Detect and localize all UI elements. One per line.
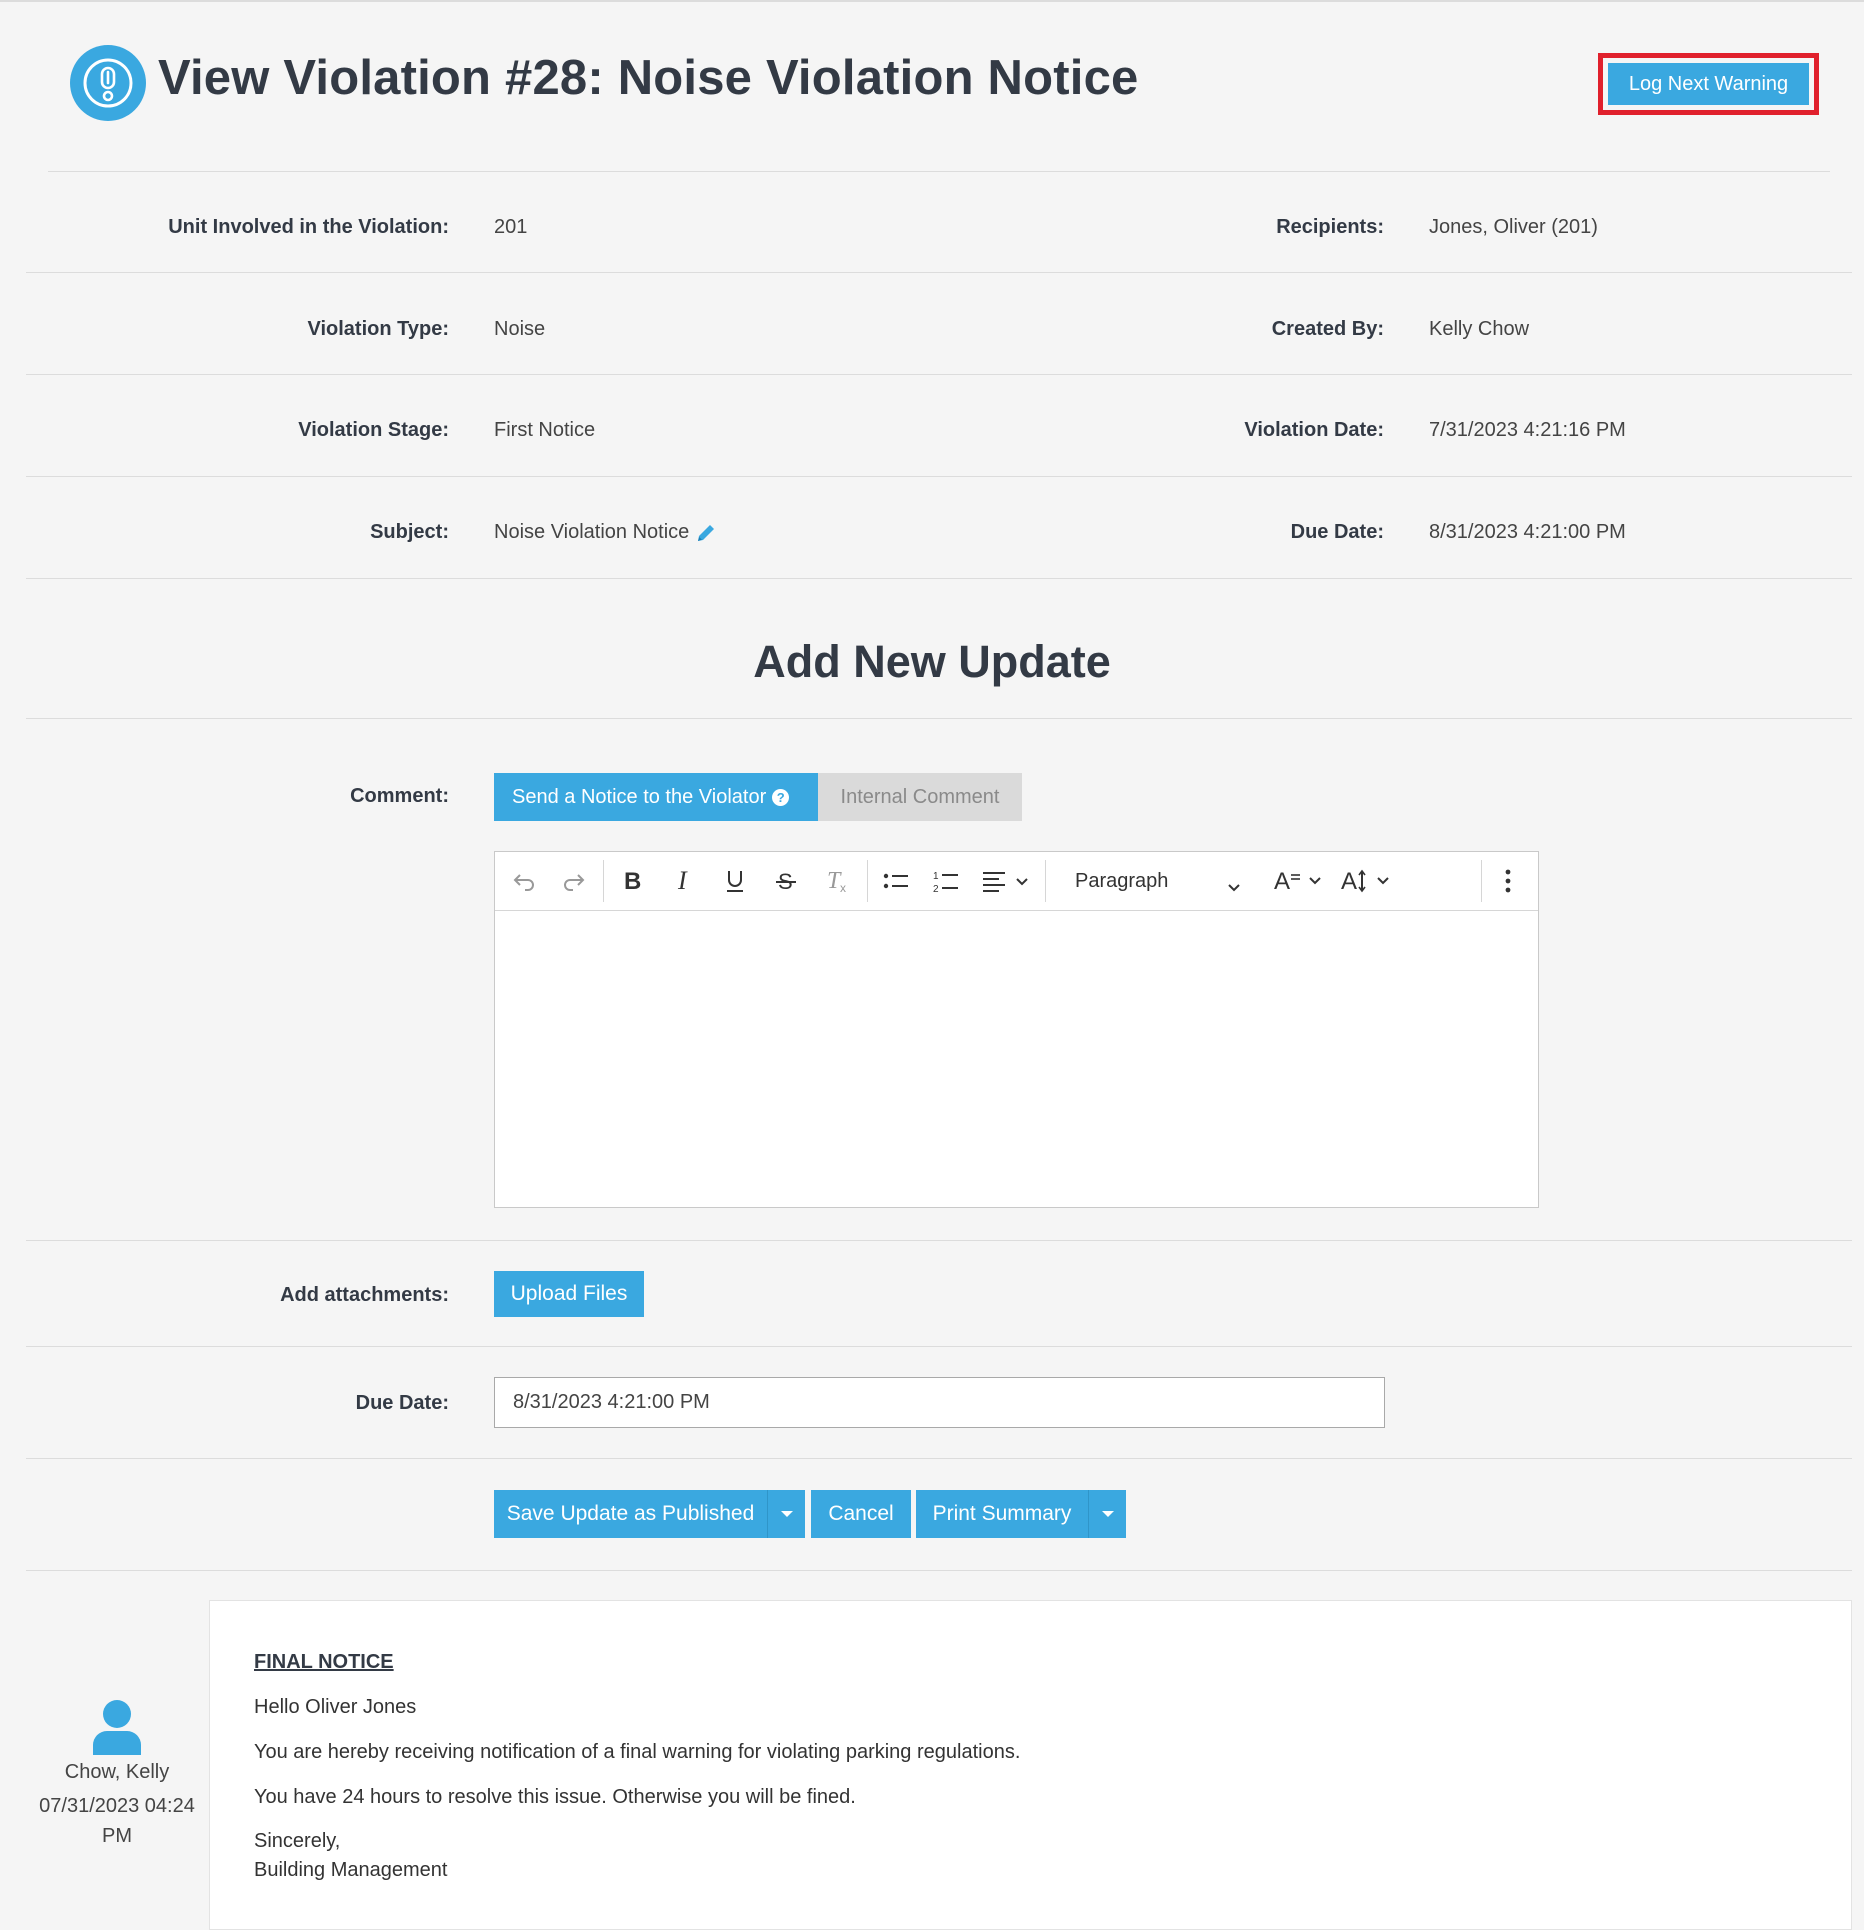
top-border bbox=[0, 0, 1864, 2]
rich-text-editor: B I S Tx 12 Paragraph bbox=[494, 851, 1539, 1208]
update-due-date-label: Due Date: bbox=[355, 1392, 449, 1414]
text-case-icon[interactable]: A bbox=[1339, 862, 1399, 900]
update-body-line: You have 24 hours to resolve this issue.… bbox=[254, 1786, 856, 1808]
created-by-label: Created By: bbox=[1271, 318, 1384, 340]
update-timestamp: 07/31/2023 04:24 PM bbox=[39, 1795, 195, 1847]
log-next-warning-button[interactable]: Log Next Warning bbox=[1608, 63, 1809, 105]
recipients-value: Jones, Oliver (201) bbox=[1429, 216, 1598, 238]
toolbar-separator bbox=[1481, 860, 1482, 902]
paragraph-style-select[interactable]: Paragraph bbox=[1063, 862, 1253, 900]
numbered-list-icon[interactable]: 12 bbox=[925, 862, 967, 900]
update-closing: Sincerely, bbox=[254, 1830, 341, 1852]
strikethrough-icon[interactable]: S bbox=[765, 862, 807, 900]
bold-icon[interactable]: B bbox=[611, 862, 653, 900]
italic-icon[interactable]: I bbox=[663, 862, 705, 900]
subject-field: Noise Violation Notice bbox=[494, 521, 717, 544]
due-date-value: 8/31/2023 4:21:00 PM bbox=[1429, 521, 1626, 543]
page-title: View Violation #28: Noise Violation Noti… bbox=[158, 51, 1139, 105]
save-update-button[interactable]: Save Update as Published bbox=[494, 1490, 767, 1538]
upload-files-button[interactable]: Upload Files bbox=[494, 1271, 644, 1317]
svg-text:1: 1 bbox=[933, 871, 939, 882]
bullet-list-icon[interactable] bbox=[875, 862, 917, 900]
toolbar-separator bbox=[867, 860, 868, 902]
svg-text:I: I bbox=[677, 869, 688, 893]
log-next-warning-highlight: Log Next Warning bbox=[1598, 53, 1819, 115]
subject-label: Subject: bbox=[370, 521, 449, 543]
editor-toolbar: B I S Tx 12 Paragraph bbox=[495, 852, 1538, 911]
violation-date-value: 7/31/2023 4:21:16 PM bbox=[1429, 419, 1626, 441]
due-date-label: Due Date: bbox=[1290, 521, 1384, 543]
editor-content-area[interactable] bbox=[495, 911, 1538, 1207]
violation-type-label: Violation Type: bbox=[307, 318, 450, 340]
chevron-down-icon bbox=[1227, 876, 1241, 899]
svg-text:x: x bbox=[840, 881, 846, 894]
svg-text:2: 2 bbox=[933, 884, 939, 894]
edit-pencil-icon[interactable] bbox=[695, 522, 717, 544]
subject-value: Noise Violation Notice bbox=[494, 521, 690, 543]
update-author: Chow, Kelly bbox=[64, 1761, 170, 1783]
divider bbox=[26, 718, 1852, 719]
alert-icon bbox=[70, 45, 146, 121]
save-options-caret[interactable] bbox=[767, 1490, 805, 1538]
help-icon[interactable]: ? bbox=[772, 788, 790, 806]
divider bbox=[26, 1346, 1852, 1347]
print-options-caret[interactable] bbox=[1088, 1490, 1126, 1538]
unit-label: Unit Involved in the Violation: bbox=[168, 216, 449, 238]
divider bbox=[26, 1240, 1852, 1241]
update-body-line: You are hereby receiving notification of… bbox=[254, 1741, 1021, 1763]
clear-format-icon[interactable]: Tx bbox=[816, 862, 858, 900]
violation-stage-label: Violation Stage: bbox=[298, 419, 449, 441]
toolbar-separator bbox=[603, 860, 604, 902]
tab-internal-comment[interactable]: Internal Comment bbox=[818, 773, 1022, 821]
update-signature: Building Management bbox=[254, 1859, 448, 1881]
recipients-label: Recipients: bbox=[1276, 216, 1384, 238]
violation-date-label: Violation Date: bbox=[1244, 419, 1384, 441]
font-size-icon[interactable]: A bbox=[1271, 862, 1331, 900]
divider bbox=[26, 476, 1852, 477]
undo-icon[interactable] bbox=[505, 862, 543, 900]
svg-text:B: B bbox=[624, 869, 641, 893]
caret-down-icon bbox=[1101, 1511, 1114, 1517]
page-header: View Violation #28: Noise Violation Noti… bbox=[70, 44, 1820, 124]
update-heading: FINAL NOTICE bbox=[254, 1651, 394, 1673]
underline-icon[interactable] bbox=[714, 862, 756, 900]
update-card: FINAL NOTICE Hello Oliver Jones You are … bbox=[209, 1600, 1852, 1930]
update-greeting: Hello Oliver Jones bbox=[254, 1696, 417, 1718]
due-date-input[interactable] bbox=[494, 1377, 1385, 1428]
user-avatar-icon bbox=[92, 1699, 142, 1755]
divider bbox=[26, 1570, 1852, 1571]
divider bbox=[26, 1458, 1852, 1459]
unit-value: 201 bbox=[494, 216, 528, 238]
attachments-label: Add attachments: bbox=[280, 1284, 449, 1306]
tab-send-notice-label: Send a Notice to the Violator bbox=[512, 785, 767, 808]
paragraph-style-value: Paragraph bbox=[1075, 869, 1169, 892]
section-title: Add New Update bbox=[753, 636, 1111, 687]
divider bbox=[48, 171, 1830, 172]
violation-type-value: Noise bbox=[494, 318, 546, 340]
more-options-icon[interactable] bbox=[1491, 862, 1525, 900]
redo-icon[interactable] bbox=[555, 862, 593, 900]
toolbar-separator bbox=[1045, 860, 1046, 902]
svg-text:A: A bbox=[1341, 868, 1357, 895]
svg-text:A: A bbox=[1274, 868, 1290, 895]
cancel-button[interactable]: Cancel bbox=[811, 1490, 911, 1538]
divider bbox=[26, 272, 1852, 273]
divider bbox=[26, 578, 1852, 579]
comment-label: Comment: bbox=[350, 785, 449, 807]
created-by-value: Kelly Chow bbox=[1429, 318, 1530, 340]
violation-stage-value: First Notice bbox=[494, 419, 596, 441]
caret-down-icon bbox=[780, 1511, 793, 1517]
align-dropdown-icon[interactable] bbox=[979, 862, 1035, 900]
print-summary-button[interactable]: Print Summary bbox=[916, 1490, 1088, 1538]
tab-send-notice[interactable]: Send a Notice to the Violator ? bbox=[494, 773, 818, 821]
divider bbox=[26, 374, 1852, 375]
